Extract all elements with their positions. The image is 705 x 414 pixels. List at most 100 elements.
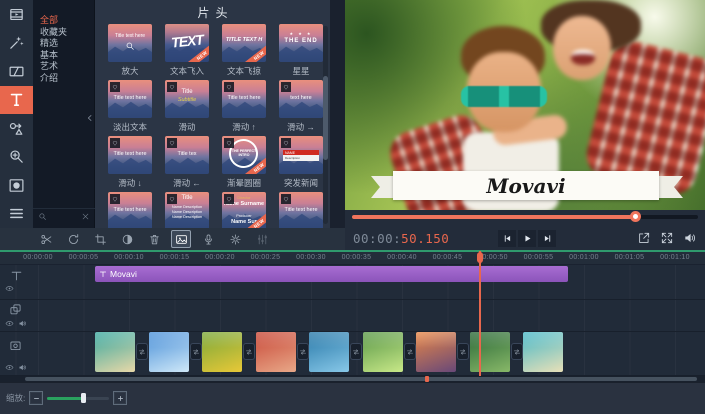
seek-bar-handle[interactable] — [630, 211, 641, 222]
video-clip[interactable] — [523, 332, 563, 372]
category-item[interactable]: 全部 — [33, 15, 94, 27]
title-label: 星星 — [279, 65, 323, 76]
video-track-mute-icon[interactable] — [18, 363, 27, 372]
share-icon — [637, 231, 651, 245]
play-button[interactable] — [518, 230, 536, 247]
timeline-scrollbar-thumb[interactable] — [25, 377, 697, 381]
fullscreen-button[interactable] — [660, 231, 674, 245]
title-item[interactable]: Title text here — [108, 192, 152, 228]
record-voice-button[interactable] — [198, 230, 218, 248]
unpin-player-button[interactable] — [637, 231, 651, 245]
video-clip[interactable] — [202, 332, 242, 372]
favorite-badge[interactable] — [167, 194, 177, 204]
favorite-badge[interactable] — [110, 138, 120, 148]
transition-indicator[interactable] — [297, 343, 309, 360]
tool-pan-zoom[interactable] — [0, 143, 33, 172]
previous-frame-button[interactable] — [498, 230, 516, 247]
video-clip[interactable] — [256, 332, 296, 372]
favorite-badge[interactable] — [224, 194, 234, 204]
clear-search-icon[interactable] — [81, 212, 90, 221]
titles-panel: 片头 Title text here放大TEXTNEW文本飞入TITLE TEX… — [95, 0, 330, 228]
grid-scrollbar[interactable] — [323, 26, 328, 224]
video-clip[interactable] — [416, 332, 456, 372]
transition-indicator[interactable] — [457, 343, 469, 360]
grid-scrollbar-thumb[interactable] — [323, 76, 328, 160]
rotate-button[interactable] — [63, 230, 83, 248]
zoom-slider-handle[interactable] — [81, 393, 86, 403]
favorite-badge[interactable] — [281, 82, 291, 92]
seek-bar-fill — [352, 215, 636, 219]
collapse-panel-button[interactable] — [86, 108, 95, 128]
title-track-visibility-icon[interactable] — [5, 284, 14, 293]
delete-button[interactable] — [144, 230, 164, 248]
transition-indicator[interactable] — [243, 343, 255, 360]
transition-indicator[interactable] — [136, 343, 148, 360]
title-item[interactable]: Title text here淡出文本 — [108, 80, 152, 136]
transition-indicator[interactable] — [511, 343, 523, 360]
playhead[interactable] — [479, 251, 481, 376]
overlay-track-mute-icon[interactable] — [18, 319, 27, 328]
video-clip[interactable] — [149, 332, 189, 372]
title-item[interactable]: text here滑动 → — [279, 80, 323, 136]
tool-callouts[interactable] — [0, 114, 33, 143]
split-button[interactable] — [36, 230, 56, 248]
title-item[interactable]: Title tex滑动 ← — [165, 136, 209, 192]
transition-indicator[interactable] — [350, 343, 362, 360]
title-item[interactable]: Title text here滑动 ↓ — [108, 136, 152, 192]
favorite-badge[interactable] — [167, 138, 177, 148]
clip-properties-button[interactable] — [171, 230, 191, 248]
title-item[interactable]: NAMEDescription突发新闻 — [279, 136, 323, 192]
transition-indicator[interactable] — [190, 343, 202, 360]
title-clip[interactable]: Movavi — [95, 266, 568, 282]
category-item[interactable]: 收藏夹 — [33, 27, 94, 39]
watermark-ribbon: Movavi — [393, 171, 659, 200]
tool-filters[interactable] — [0, 29, 33, 58]
transition-indicator[interactable] — [404, 343, 416, 360]
tool-media[interactable] — [0, 0, 33, 29]
title-item[interactable]: Title text here — [279, 192, 323, 228]
crop-button[interactable] — [90, 230, 110, 248]
tool-transitions[interactable] — [0, 57, 33, 86]
category-search-box[interactable] — [33, 208, 95, 224]
category-item[interactable]: 精选 — [33, 38, 94, 50]
title-item[interactable]: TitleName DescriptionName DescriptionNam… — [165, 192, 209, 228]
tool-more-tools[interactable] — [0, 200, 33, 229]
tool-titles[interactable] — [0, 86, 33, 115]
title-item[interactable]: TITLE TEXT HNEW文本飞掠 — [222, 24, 266, 80]
favorite-badge[interactable] — [224, 138, 234, 148]
category-item[interactable]: 基本 — [33, 50, 94, 62]
favorite-badge[interactable] — [110, 82, 120, 92]
video-clip[interactable] — [363, 332, 403, 372]
heart-icon — [169, 84, 175, 90]
next-frame-button[interactable] — [538, 230, 556, 247]
favorite-badge[interactable] — [281, 138, 291, 148]
zoom-out-button[interactable] — [30, 392, 42, 404]
video-track-visibility-icon[interactable] — [5, 363, 14, 372]
volume-button[interactable] — [683, 231, 697, 245]
tool-vignette[interactable] — [0, 171, 33, 200]
favorite-badge[interactable] — [281, 194, 291, 204]
category-item[interactable]: 介绍 — [33, 73, 94, 85]
title-item[interactable]: ★ ★ ★THE END星星 — [279, 24, 323, 80]
title-item[interactable]: TEXTNEW文本飞入 — [165, 24, 209, 80]
video-clip[interactable] — [470, 332, 510, 372]
watermark-text: Movavi — [486, 174, 565, 198]
title-item[interactable]: THE PERFECT INTRONEW渐晕圆圈 — [222, 136, 266, 192]
favorite-badge[interactable] — [224, 82, 234, 92]
favorite-badge[interactable] — [110, 194, 120, 204]
seek-bar[interactable] — [352, 215, 698, 219]
title-item[interactable]: TitleSubtitle滑动 — [165, 80, 209, 136]
settings-button[interactable] — [225, 230, 245, 248]
video-clip[interactable] — [309, 332, 349, 372]
title-item[interactable]: Title text here滑动 ↑ — [222, 80, 266, 136]
title-item[interactable]: Title text here放大 — [108, 24, 152, 80]
zoom-slider[interactable] — [47, 397, 109, 400]
overlay-track-visibility-icon[interactable] — [5, 319, 14, 328]
timeline-ruler[interactable]: 00:00:0000:00:0500:00:1000:00:1500:00:20… — [0, 251, 705, 265]
video-clip[interactable] — [95, 332, 135, 372]
zoom-in-button[interactable] — [114, 392, 126, 404]
favorite-badge[interactable] — [167, 82, 177, 92]
title-item[interactable]: DirectorName SurnameProducerName SurNEW — [222, 192, 266, 228]
color-adjustments-button[interactable] — [117, 230, 137, 248]
category-item[interactable]: 艺术 — [33, 61, 94, 73]
